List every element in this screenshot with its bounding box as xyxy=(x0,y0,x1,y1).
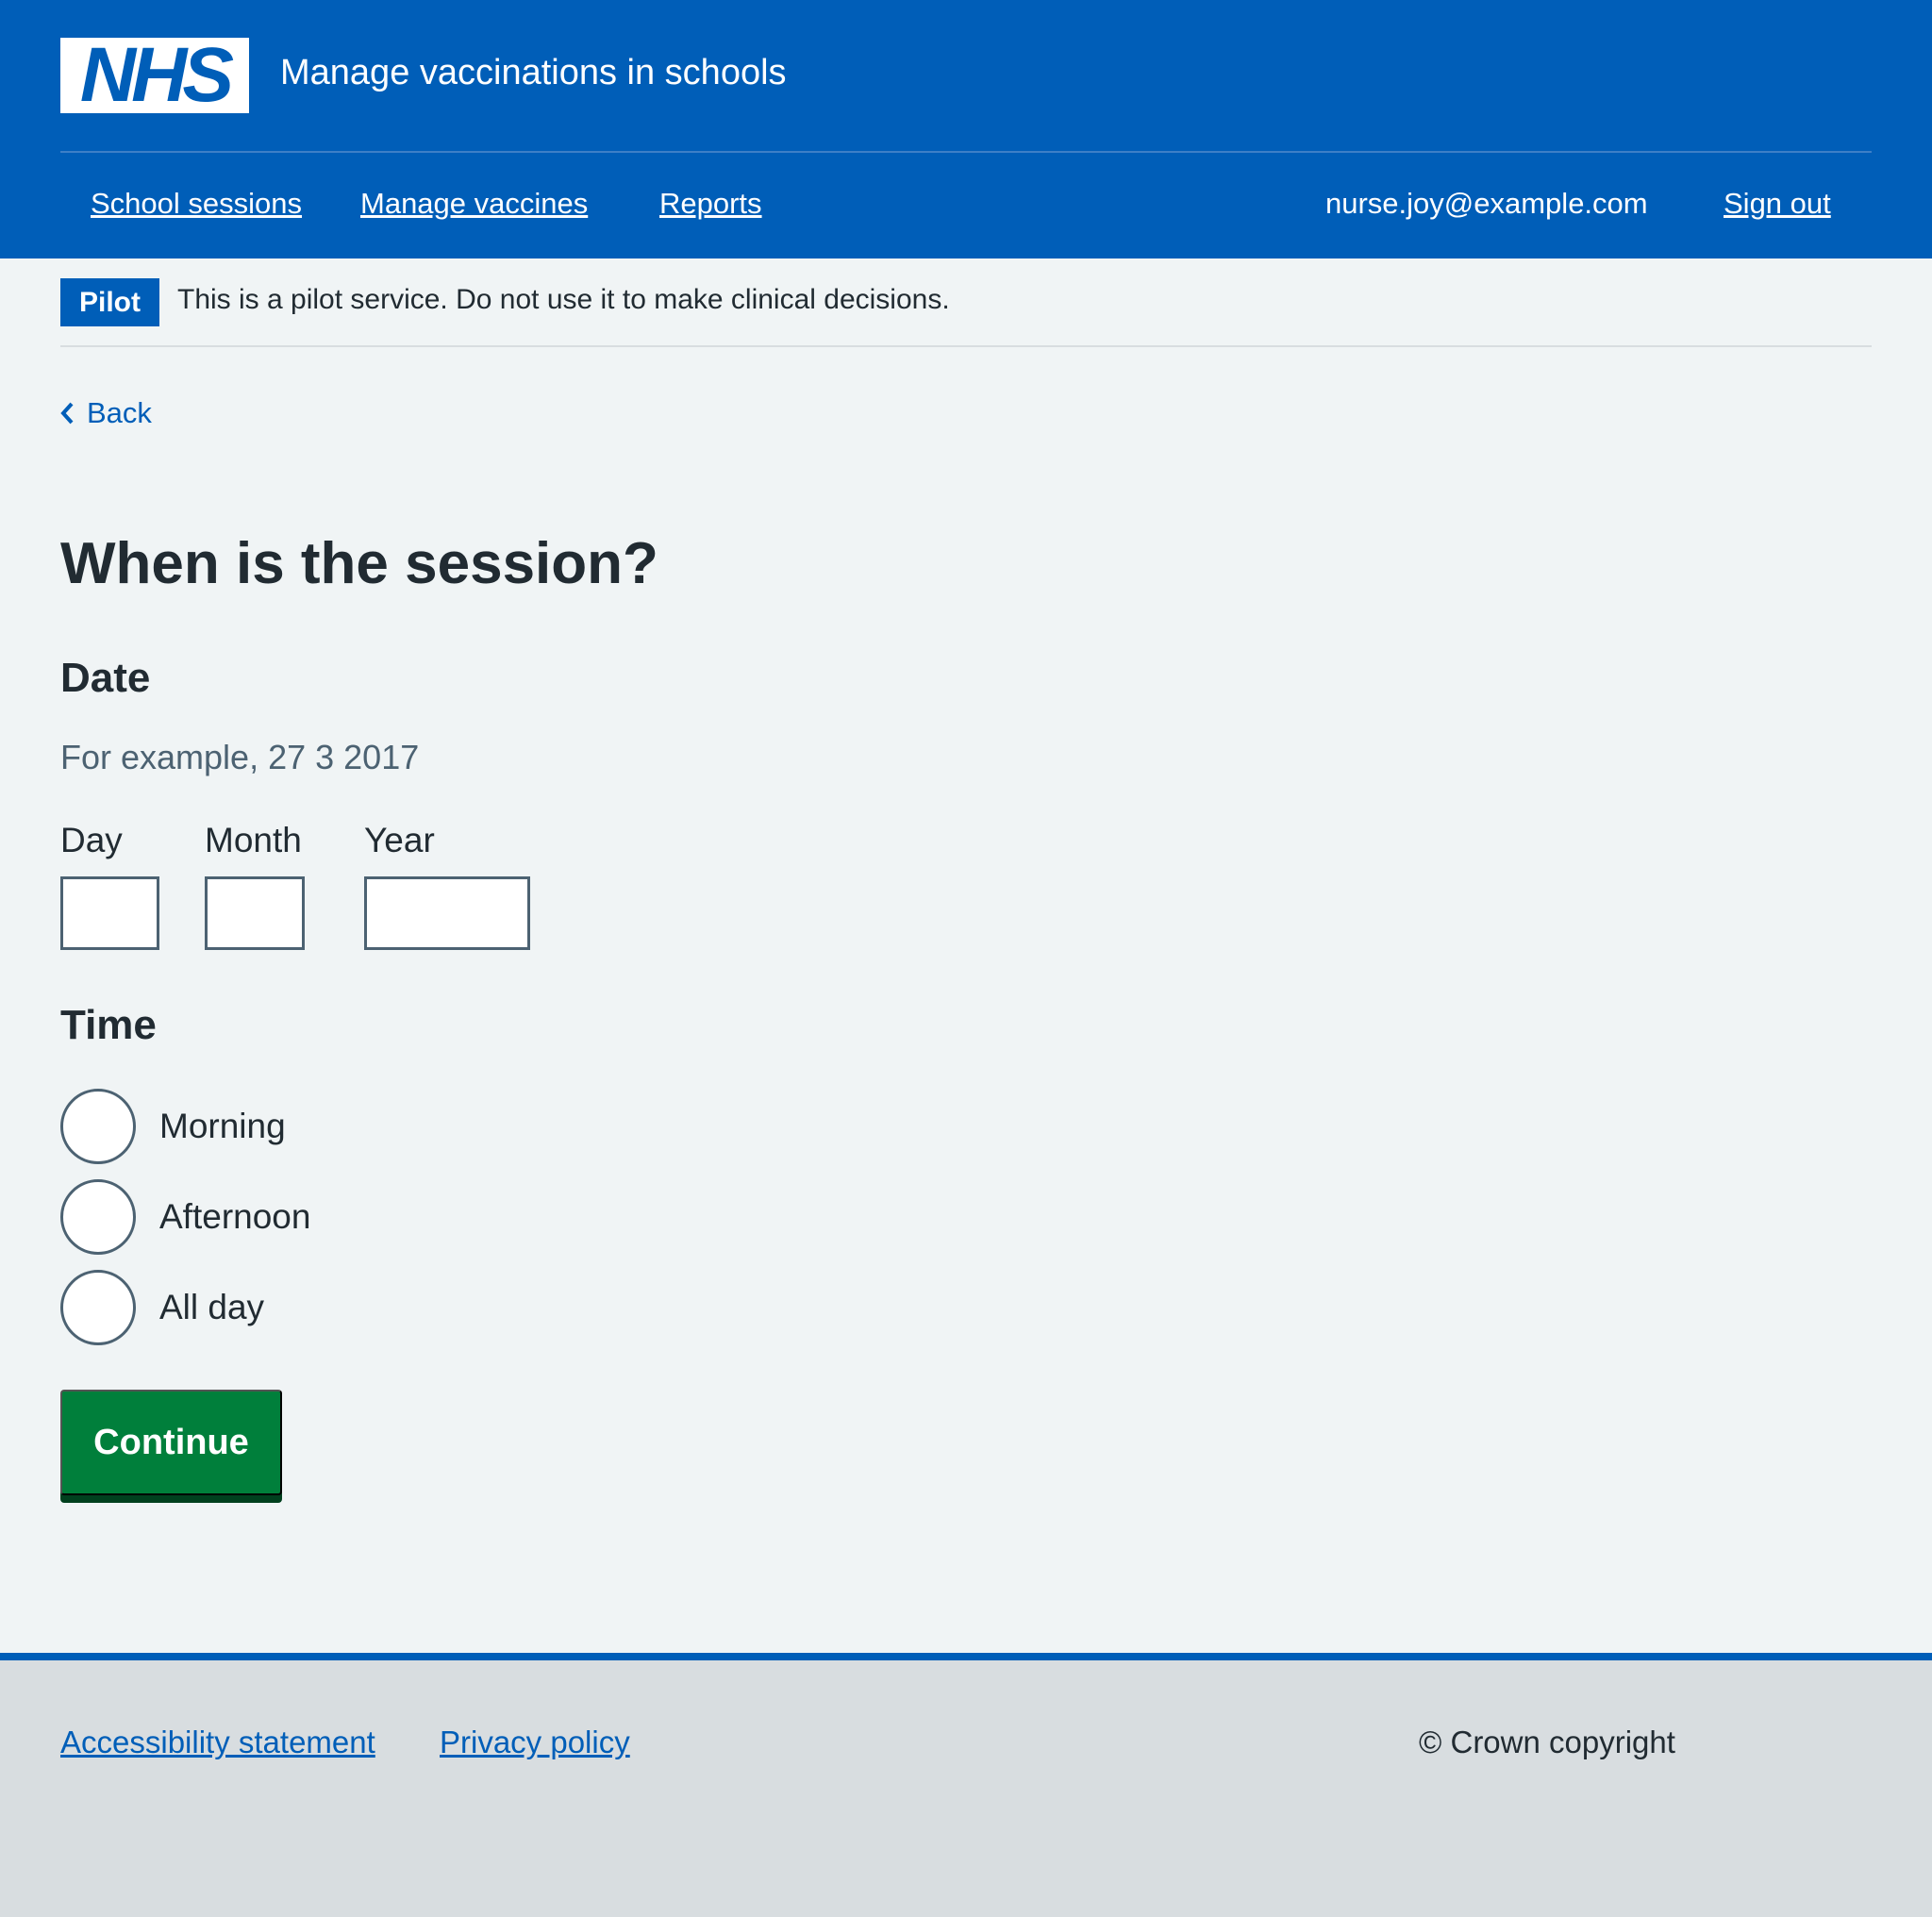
nav-school-sessions[interactable]: School sessions xyxy=(91,187,302,221)
accessibility-statement-link[interactable]: Accessibility statement xyxy=(60,1725,375,1760)
continue-button[interactable]: Continue xyxy=(60,1390,282,1495)
service-name[interactable]: Manage vaccinations in schools xyxy=(280,53,787,93)
date-legend: Date xyxy=(60,655,151,701)
chevron-left-icon xyxy=(60,402,74,425)
year-label: Year xyxy=(364,821,435,859)
day-input[interactable] xyxy=(60,876,159,950)
privacy-policy-link[interactable]: Privacy policy xyxy=(440,1725,630,1760)
radio-label-morning[interactable]: Morning xyxy=(159,1107,286,1146)
back-link[interactable]: Back xyxy=(60,396,152,430)
banner-divider xyxy=(60,345,1872,347)
nhs-logo[interactable]: NHS xyxy=(60,32,249,118)
month-input[interactable] xyxy=(205,876,305,950)
radio-label-all-day[interactable]: All day xyxy=(159,1288,264,1327)
time-legend: Time xyxy=(60,1002,157,1048)
sign-out-link[interactable]: Sign out xyxy=(1724,187,1831,221)
nav-manage-vaccines[interactable]: Manage vaccines xyxy=(360,187,588,221)
user-email: nurse.joy@example.com xyxy=(1325,187,1648,220)
back-link-label: Back xyxy=(87,396,152,429)
page-title: When is the session? xyxy=(60,531,658,596)
crown-copyright: © Crown copyright xyxy=(1419,1725,1675,1759)
logo-text: NHS xyxy=(79,32,234,118)
year-input[interactable] xyxy=(364,876,530,950)
pilot-banner-text: This is a pilot service. Do not use it t… xyxy=(177,284,950,315)
header-divider xyxy=(60,151,1872,153)
nav-reports[interactable]: Reports xyxy=(659,187,762,221)
radio-label-afternoon[interactable]: Afternoon xyxy=(159,1197,310,1237)
site-footer xyxy=(0,1653,1932,1917)
radio-morning[interactable] xyxy=(60,1089,136,1164)
radio-afternoon[interactable] xyxy=(60,1179,136,1255)
pilot-tag: Pilot xyxy=(60,278,159,326)
radio-all-day[interactable] xyxy=(60,1270,136,1345)
month-label: Month xyxy=(205,821,302,859)
date-hint: For example, 27 3 2017 xyxy=(60,738,420,776)
day-label: Day xyxy=(60,821,123,859)
